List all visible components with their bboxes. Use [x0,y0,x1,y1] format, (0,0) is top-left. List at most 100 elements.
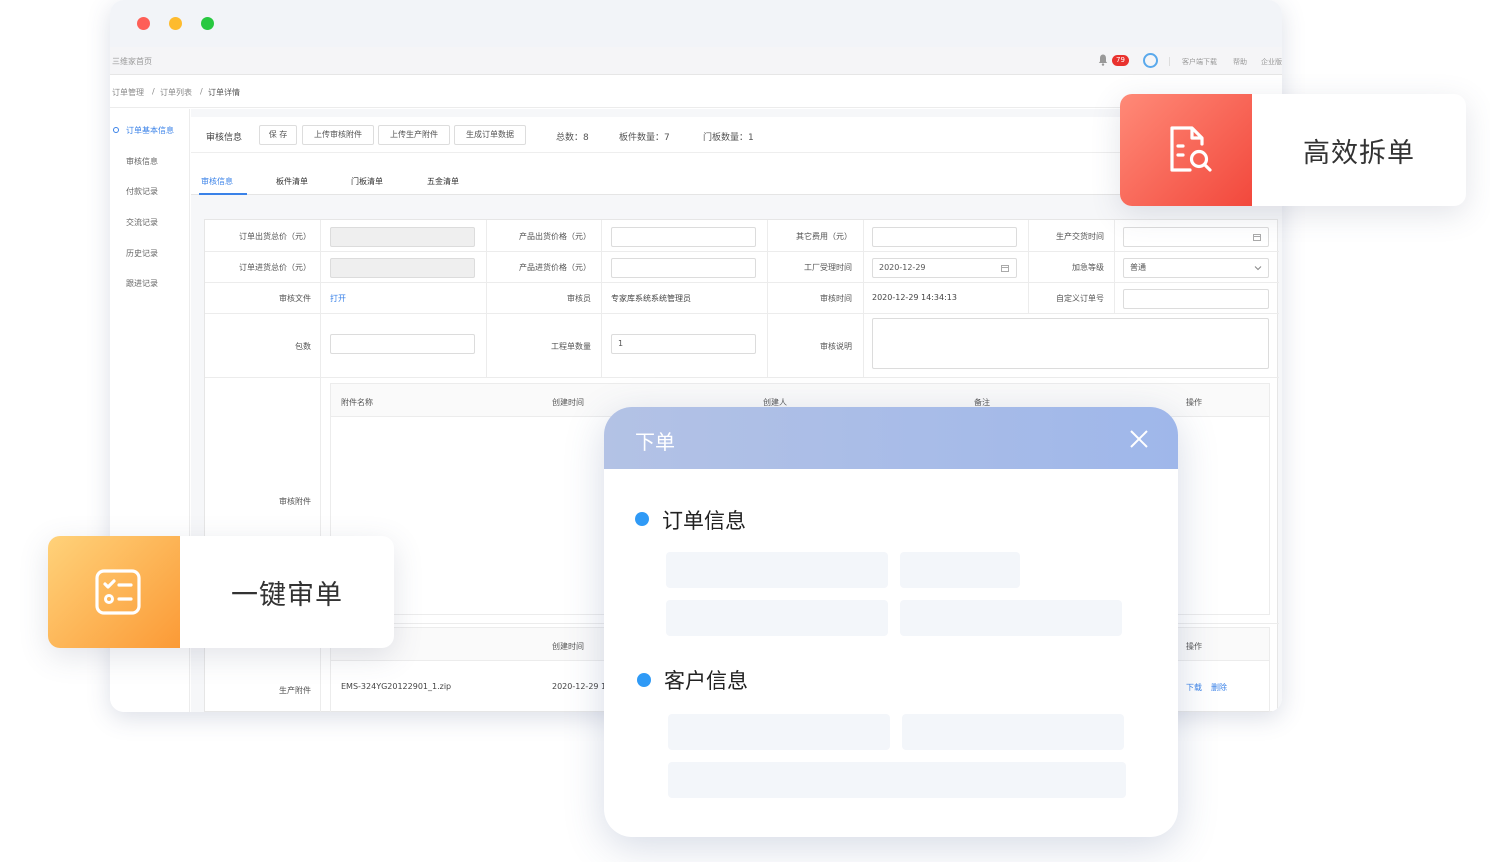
custom-order-no-label: 自定义订单号 [1056,294,1104,303]
breadcrumb-separator: / [200,87,203,96]
feature-card-audit: 一键审单 [48,536,394,648]
close-window-button[interactable] [137,17,150,30]
sidebar-item-communication[interactable]: 交流记录 [126,217,158,228]
checklist-icon [95,569,141,615]
audit-note-textarea[interactable] [872,318,1269,369]
row-divider [205,377,1279,378]
work-order-count-label: 工程单数量 [551,342,591,351]
close-icon[interactable] [1128,428,1150,450]
order-dialog: 下单 订单信息 客户信息 [604,407,1178,837]
notification-badge: 79 [1112,55,1129,66]
help-link[interactable]: 帮助 [1233,57,1247,67]
audit-attachment-label: 审核附件 [279,497,311,506]
feature-card-split: 高效拆单 [1120,94,1466,206]
customer-field-placeholder[interactable] [668,762,1126,798]
urgency-label: 加急等级 [1072,263,1104,272]
avatar[interactable] [1143,53,1158,68]
feature-label: 一键审单 [231,579,343,611]
tab-panel-list[interactable]: 板件清单 [276,176,308,187]
column-header: 创建时间 [552,642,584,651]
order-field-placeholder[interactable] [666,552,888,588]
tab-bar: 审核信息 板件清单 门板清单 五金清单 [191,153,1282,195]
download-link[interactable]: 下载 [1186,682,1202,693]
generate-order-data-button[interactable]: 生成订单数据 [454,125,526,145]
urgency-select[interactable]: 普通 [1123,258,1269,278]
factory-time-picker[interactable]: 2020-12-29 [872,258,1017,278]
order-field-placeholder[interactable] [900,600,1122,636]
auditor-label: 审核员 [567,294,591,303]
sidebar-item-audit-info[interactable]: 审核信息 [126,156,158,167]
divider [1169,57,1170,66]
save-button[interactable]: 保 存 [259,125,297,145]
sidebar-item-followup[interactable]: 跟进记录 [126,278,158,289]
production-file-name: EMS-324YG20122901_1.zip [341,682,452,691]
toolbar-title: 审核信息 [206,133,243,143]
section-title-order: 订单信息 [662,509,746,533]
production-file-time: 2020-12-29 1 [552,682,607,691]
upload-audit-attachment-button[interactable]: 上传审核附件 [302,125,374,145]
product-out-price-label: 产品出货价格（元） [519,232,591,241]
upload-production-attachment-button[interactable]: 上传生产附件 [378,125,450,145]
order-out-total-field [330,227,475,247]
open-audit-file-link[interactable]: 打开 [330,293,346,304]
customer-field-placeholder[interactable] [902,714,1124,750]
door-panel-count: 门板数量：1 [703,133,754,143]
work-order-count-field[interactable]: 1 [611,334,756,354]
column-header: 操作 [1186,642,1202,651]
sidebar-item-history[interactable]: 历史记录 [126,248,158,259]
total-count: 总数：8 [556,133,589,143]
product-out-price-field[interactable] [611,227,756,247]
column-header: 操作 [1186,398,1202,407]
column-header: 创建时间 [552,398,584,407]
dialog-header: 下单 [604,407,1178,469]
sidebar-item-basic-info[interactable]: 订单基本信息 [126,125,174,136]
product-in-price-field[interactable] [611,258,756,278]
production-time-picker[interactable] [1123,227,1269,247]
bell-icon[interactable] [1098,54,1108,66]
packages-label: 包数 [295,342,311,351]
row-divider [205,313,1279,314]
order-field-placeholder[interactable] [666,600,888,636]
document-search-icon [1170,126,1212,172]
order-field-placeholder[interactable] [900,552,1020,588]
home-link[interactable]: 三维家首页 [112,56,152,67]
order-out-total-label: 订单出货总价（元） [239,232,311,241]
tab-audit-info[interactable]: 审核信息 [201,176,233,187]
order-in-total-field [330,258,475,278]
breadcrumb: 订单管理 / 订单列表 / 订单详情 [110,76,1282,108]
app-header: 三维家首页 79 客户端下载 帮助 企业版 [110,47,1282,75]
audit-time-value: 2020-12-29 14:34:13 [872,293,957,302]
audit-file-label: 审核文件 [279,294,311,303]
column-header: 附件名称 [341,398,373,407]
col-divider [1114,220,1115,313]
active-indicator [113,127,119,133]
breadcrumb-order-list[interactable]: 订单列表 [160,87,192,98]
tab-hardware-list[interactable]: 五金清单 [427,176,459,187]
chevron-down-icon [1254,266,1262,271]
audit-time-label: 审核时间 [820,294,852,303]
col-divider [863,220,864,377]
tab-door-list[interactable]: 门板清单 [351,176,383,187]
client-download-link[interactable]: 客户端下载 [1182,57,1217,67]
delete-link[interactable]: 删除 [1211,682,1227,693]
dialog-title: 下单 [635,430,675,454]
enterprise-link[interactable]: 企业版 [1261,57,1282,67]
maximize-window-button[interactable] [201,17,214,30]
calendar-icon [1253,234,1261,241]
sidebar-item-payments[interactable]: 付款记录 [126,186,158,197]
customer-field-placeholder[interactable] [668,714,890,750]
minimize-window-button[interactable] [169,17,182,30]
section-dot [635,512,649,526]
breadcrumb-order-management[interactable]: 订单管理 [112,87,144,98]
audit-note-label: 审核说明 [820,342,852,351]
packages-field[interactable] [330,334,475,354]
section-title-customer: 客户信息 [664,669,748,693]
other-fee-label: 其它费用（元） [796,232,852,241]
breadcrumb-order-detail: 订单详情 [208,88,240,97]
custom-order-no-field[interactable] [1123,289,1269,309]
factory-time-label: 工厂受理时间 [804,263,852,272]
auditor-value: 专家库系统系统管理员 [611,294,691,303]
row-divider [205,282,1279,283]
other-fee-field[interactable] [872,227,1017,247]
panel-count: 板件数量：7 [619,133,670,143]
